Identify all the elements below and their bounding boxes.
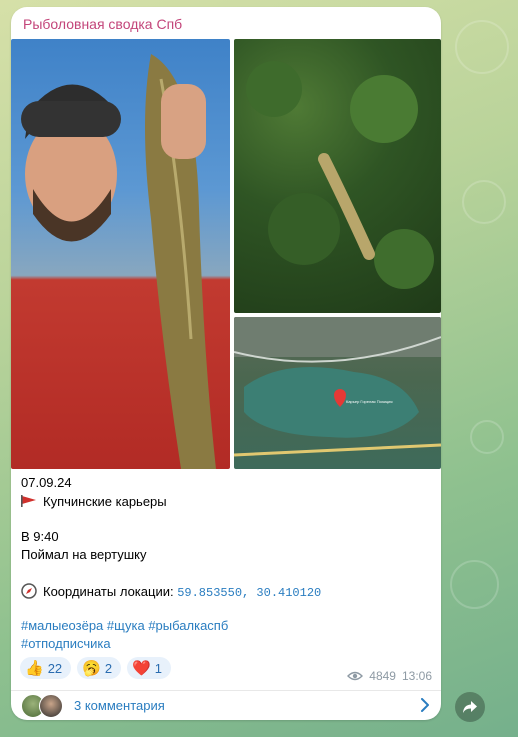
post-meta: 4849 13:06 bbox=[347, 669, 432, 683]
avatar bbox=[39, 694, 63, 718]
reaction-yawn[interactable]: 🥱 2 bbox=[77, 657, 122, 679]
chevron-right-icon bbox=[421, 698, 429, 712]
grass-illustration bbox=[246, 61, 434, 289]
thumbs-up-emoji: 👍 bbox=[25, 660, 44, 677]
selfie-illustration bbox=[21, 54, 216, 469]
red-flag-icon bbox=[21, 495, 36, 507]
heart-emoji: ❤️ bbox=[132, 660, 151, 677]
share-button[interactable] bbox=[455, 692, 485, 722]
hashtag-link[interactable]: #малыеозёра bbox=[21, 618, 103, 633]
compass-icon bbox=[21, 583, 37, 599]
eye-icon bbox=[347, 671, 364, 681]
channel-name[interactable]: Рыболовная сводка Спб bbox=[23, 16, 182, 32]
map-preview[interactable]: Карьер Горелая Позиция bbox=[234, 317, 441, 469]
photo-angler-with-pike[interactable] bbox=[11, 39, 230, 469]
place-name: Купчинские карьеры bbox=[43, 494, 167, 509]
reaction-count: 2 bbox=[104, 660, 113, 676]
wallpaper-doodle bbox=[462, 180, 506, 224]
comments-count-label: 3 комментария bbox=[74, 698, 165, 713]
coord-lon[interactable]: 30.410120 bbox=[256, 586, 321, 600]
view-count: 4849 bbox=[369, 669, 396, 683]
reaction-heart[interactable]: ❤️ 1 bbox=[127, 657, 171, 679]
reaction-count: 1 bbox=[154, 660, 162, 676]
post-coordinates-line: Координаты локации: 59.853550, 30.410120 bbox=[21, 583, 321, 600]
post-place-line: Купчинские карьеры bbox=[21, 494, 167, 509]
share-arrow-icon bbox=[463, 701, 477, 713]
coords-label: Координаты локации: bbox=[43, 584, 178, 599]
wallpaper-doodle bbox=[470, 420, 504, 454]
hashtag-link[interactable]: #отподписчика bbox=[21, 636, 111, 651]
hashtags-row-2: #отподписчика bbox=[21, 636, 111, 651]
channel-post: Рыболовная сводка Спб Карьер Горелая Поз… bbox=[11, 7, 441, 720]
coord-lat[interactable]: 59.853550, bbox=[177, 586, 249, 600]
post-time: В 9:40 bbox=[21, 529, 59, 544]
reactions-bar: 👍 22 🥱 2 ❤️ 1 bbox=[20, 657, 171, 679]
post-catch: Поймал на вертушку bbox=[21, 547, 147, 562]
hashtag-link[interactable]: #щука bbox=[107, 618, 145, 633]
photo-pike-on-grass[interactable] bbox=[234, 39, 441, 313]
reaction-count: 22 bbox=[47, 660, 63, 676]
comments-link[interactable]: 3 комментария bbox=[11, 691, 441, 720]
hashtags-row: #малыеозёра #щука #рыбалкаспб bbox=[21, 618, 228, 633]
hashtag-link[interactable]: #рыбалкаспб bbox=[148, 618, 228, 633]
post-date: 07.09.24 bbox=[21, 475, 72, 490]
post-time-stamp: 13:06 bbox=[401, 669, 432, 683]
map-illustration bbox=[234, 317, 441, 457]
reaction-thumbs-up[interactable]: 👍 22 bbox=[20, 657, 72, 679]
map-place-label: Карьер Горелая Позиция bbox=[346, 399, 393, 404]
wallpaper-doodle bbox=[455, 20, 509, 74]
wallpaper-doodle bbox=[450, 560, 499, 609]
yawning-face-emoji: 🥱 bbox=[82, 660, 101, 677]
